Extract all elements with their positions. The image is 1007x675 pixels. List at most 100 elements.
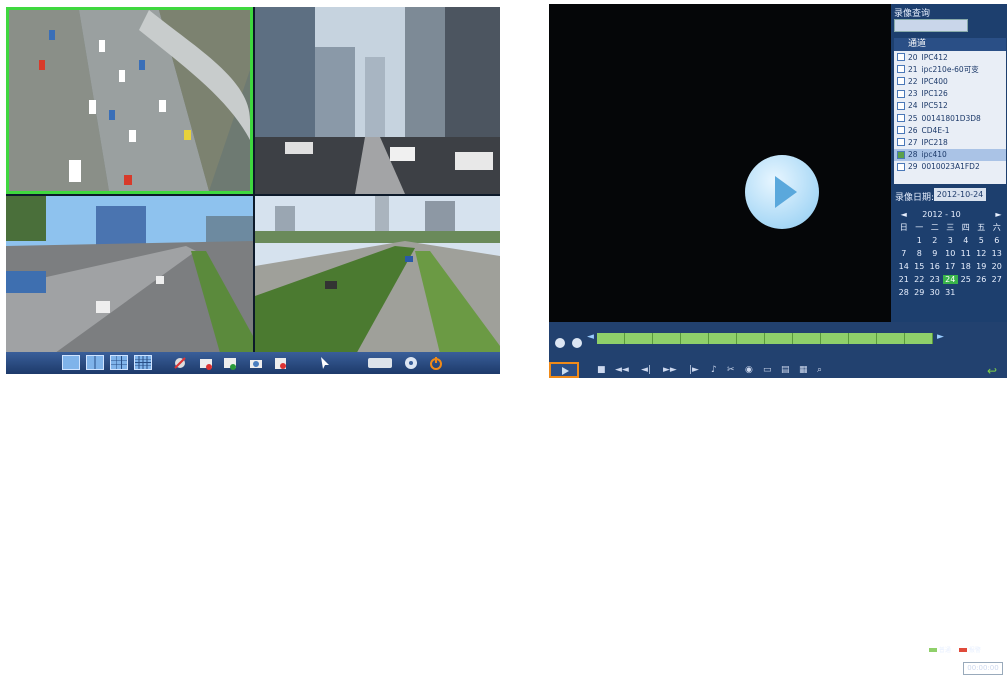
search-input[interactable] bbox=[894, 19, 968, 32]
fast-icon[interactable]: ►► bbox=[663, 365, 677, 375]
channel-row[interactable]: 27 IPC218 bbox=[894, 136, 1006, 148]
calendar-day[interactable]: 20 bbox=[989, 262, 1005, 271]
next-month-icon[interactable]: ► bbox=[972, 210, 1001, 219]
channel-checkbox[interactable] bbox=[897, 101, 905, 110]
snapshot-icon[interactable] bbox=[248, 355, 264, 371]
calendar-day[interactable]: 2 bbox=[927, 236, 943, 245]
legend-alarm-swatch bbox=[959, 648, 967, 652]
channel-checkbox[interactable] bbox=[897, 89, 905, 98]
channel-row[interactable]: 21 ipc210e-60可变 bbox=[894, 63, 1006, 75]
clip-icon[interactable]: ✂ bbox=[727, 365, 735, 375]
calendar-day[interactable]: 14 bbox=[896, 262, 912, 271]
video-tile-2[interactable] bbox=[255, 7, 500, 194]
zoom-in-icon[interactable] bbox=[554, 337, 566, 352]
calendar-day[interactable]: 28 bbox=[896, 288, 912, 297]
calendar-day[interactable]: 1 bbox=[912, 236, 928, 245]
zoom-out-icon[interactable] bbox=[571, 337, 583, 352]
layout-9-icon[interactable] bbox=[110, 355, 128, 370]
channel-checkbox[interactable] bbox=[897, 162, 905, 171]
alarm-icon-shape bbox=[275, 358, 286, 369]
channel-row[interactable]: 28 ipc410 bbox=[894, 148, 1006, 161]
channel-row[interactable]: 24 IPC512 bbox=[894, 100, 1006, 112]
calendar-day[interactable]: 18 bbox=[958, 262, 974, 271]
channel-row[interactable]: 22 IPC400 bbox=[894, 75, 1006, 87]
calendar-day[interactable]: 22 bbox=[912, 275, 928, 284]
calendar-day[interactable]: 19 bbox=[974, 262, 990, 271]
play-icon[interactable] bbox=[745, 155, 819, 229]
channel-name: 0010023A1FD2 bbox=[921, 162, 980, 172]
backup-icon[interactable]: ▤ bbox=[781, 365, 790, 375]
alarm-icon[interactable] bbox=[273, 355, 289, 371]
timeline-prev-icon[interactable]: ◄ bbox=[587, 332, 594, 342]
calendar-day[interactable]: 11 bbox=[958, 249, 974, 258]
calendar-day[interactable]: 3 bbox=[943, 236, 959, 245]
calendar-day[interactable]: 12 bbox=[974, 249, 990, 258]
calendar-day[interactable]: 16 bbox=[927, 262, 943, 271]
prev-month-icon[interactable]: ◄ bbox=[896, 210, 912, 219]
calendar-day[interactable]: 4 bbox=[958, 236, 974, 245]
channel-row[interactable]: 23 IPC126 bbox=[894, 88, 1006, 100]
snapshot-icon[interactable]: ◉ bbox=[745, 365, 753, 375]
calendar-day[interactable]: 25 bbox=[958, 275, 974, 284]
calendar-day[interactable]: 5 bbox=[974, 236, 990, 245]
calendar-day[interactable]: 10 bbox=[943, 249, 959, 258]
calendar-day[interactable]: 21 bbox=[896, 275, 912, 284]
calendar-day[interactable]: 26 bbox=[974, 275, 990, 284]
volume-icon[interactable]: ♪ bbox=[711, 365, 717, 375]
list-icon[interactable]: ▦ bbox=[799, 365, 808, 375]
legend-normal-label: 普通 bbox=[938, 647, 951, 654]
video-tile-4[interactable] bbox=[255, 196, 500, 374]
layout-4-icon[interactable] bbox=[86, 355, 104, 370]
calendar-day[interactable]: 30 bbox=[927, 288, 943, 297]
channel-checkbox[interactable] bbox=[897, 77, 905, 86]
channel-checkbox[interactable] bbox=[897, 65, 905, 74]
calendar-day[interactable]: 29 bbox=[912, 288, 928, 297]
channel-row[interactable]: 26 CD4E-1 bbox=[894, 124, 1006, 136]
calendar-day[interactable]: 23 bbox=[927, 275, 943, 284]
record-icon[interactable] bbox=[198, 355, 214, 371]
video-tile-3[interactable] bbox=[6, 196, 253, 374]
ptz-icon[interactable] bbox=[172, 355, 188, 371]
layout-16-icon[interactable] bbox=[134, 355, 152, 370]
calendar-day[interactable]: 24 bbox=[942, 275, 958, 284]
channel-checkbox[interactable] bbox=[897, 53, 905, 62]
menu-bar-icon[interactable] bbox=[368, 358, 392, 368]
play-button[interactable] bbox=[549, 362, 579, 378]
calendar-day[interactable]: 17 bbox=[943, 262, 959, 271]
calendar-day[interactable]: 6 bbox=[989, 236, 1005, 245]
stop-icon[interactable]: ■ bbox=[597, 365, 606, 375]
calendar-day[interactable]: 8 bbox=[912, 249, 928, 258]
channel-row[interactable]: 20 IPC412 bbox=[894, 51, 1006, 63]
playback-video-area[interactable] bbox=[549, 4, 891, 322]
step-forward-icon[interactable]: |► bbox=[689, 365, 699, 375]
timeline-bar[interactable] bbox=[597, 333, 933, 344]
layout-1-icon[interactable] bbox=[62, 355, 80, 370]
step-back-icon[interactable]: ◄| bbox=[641, 365, 651, 375]
channel-name: IPC218 bbox=[921, 137, 948, 147]
calendar-day[interactable]: 31 bbox=[943, 288, 959, 297]
channel-checkbox[interactable] bbox=[897, 138, 905, 147]
calendar-week: 14 15 16 17 18 19 20 bbox=[896, 260, 1006, 273]
channel-checkbox[interactable] bbox=[897, 126, 905, 135]
calendar-day[interactable]: 15 bbox=[912, 262, 928, 271]
calendar-day[interactable]: 13 bbox=[989, 249, 1005, 258]
channel-number: 24 bbox=[908, 101, 918, 111]
calendar-day[interactable]: 7 bbox=[896, 249, 912, 258]
channel-row[interactable]: 29 0010023A1FD2 bbox=[894, 161, 1006, 173]
video-tile-1[interactable] bbox=[6, 7, 253, 194]
search-icon[interactable]: ⌕ bbox=[817, 365, 822, 375]
calendar-day[interactable]: 9 bbox=[927, 249, 943, 258]
calendar-day[interactable]: 27 bbox=[989, 275, 1005, 284]
back-icon[interactable]: ↩ bbox=[987, 364, 997, 378]
timeline-next-icon[interactable]: ► bbox=[937, 332, 944, 342]
playback-icon[interactable] bbox=[222, 355, 238, 371]
channel-row[interactable]: 25 00141801D3D8 bbox=[894, 112, 1006, 124]
fullscreen-icon[interactable]: ▭ bbox=[763, 365, 772, 375]
date-input[interactable]: 2012-10-24 bbox=[934, 188, 986, 201]
channel-checkbox[interactable] bbox=[897, 150, 905, 159]
settings-icon[interactable] bbox=[403, 355, 419, 371]
boulevard-image bbox=[255, 196, 500, 374]
channel-checkbox[interactable] bbox=[897, 114, 905, 123]
slow-icon[interactable]: ◄◄ bbox=[615, 365, 629, 375]
power-icon[interactable] bbox=[428, 355, 444, 371]
